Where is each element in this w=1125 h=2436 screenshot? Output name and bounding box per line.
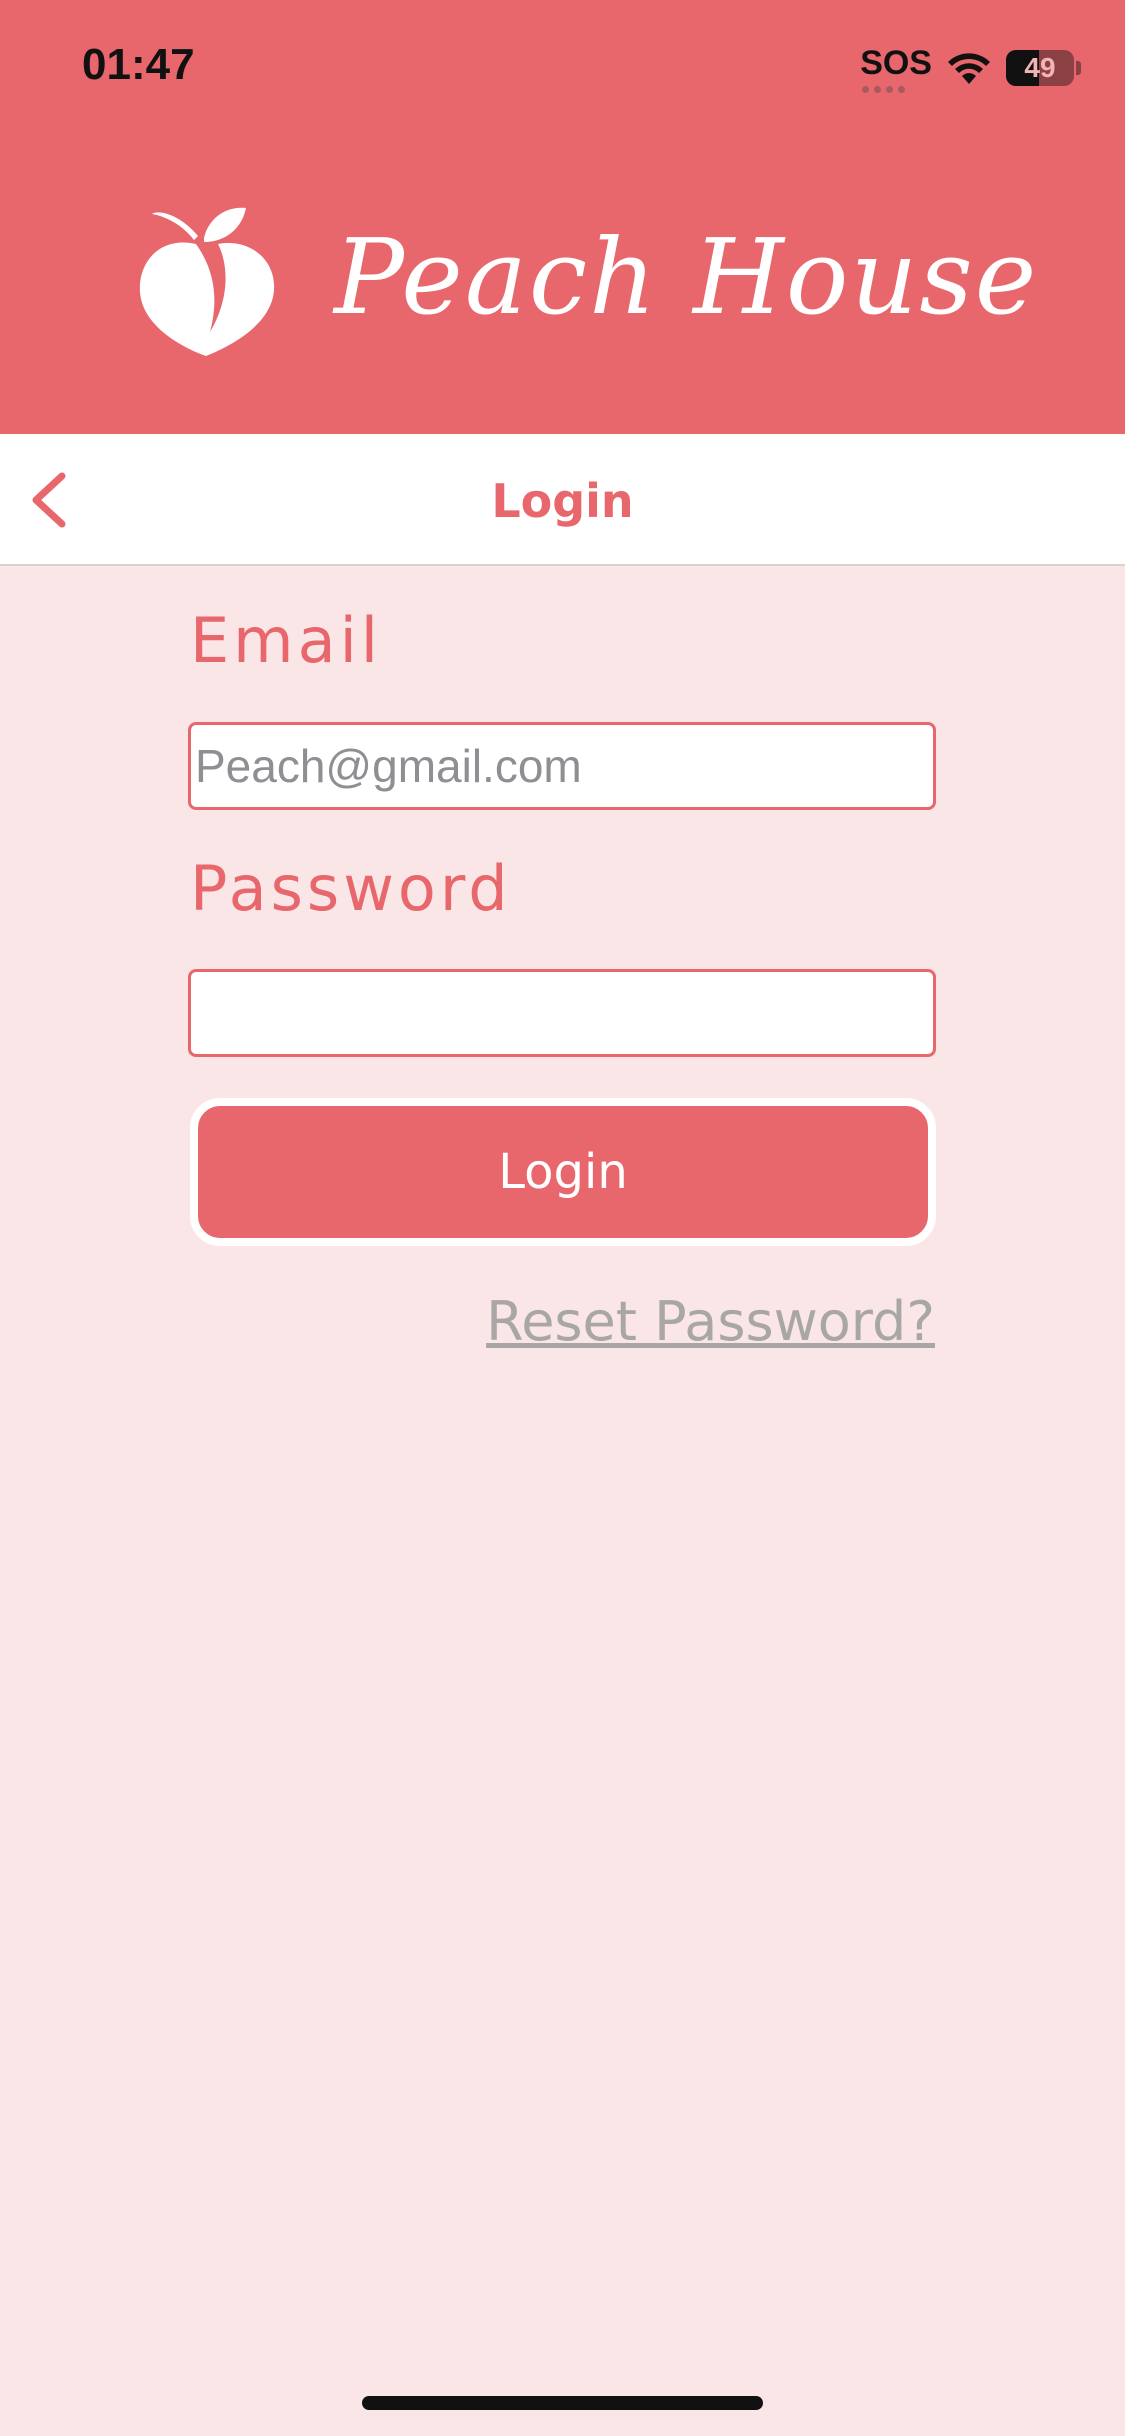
home-indicator[interactable] — [362, 2396, 763, 2410]
status-time: 01:47 — [82, 40, 195, 89]
brand-title: Peach House — [334, 216, 1039, 338]
password-label: Password — [190, 852, 512, 925]
email-field[interactable] — [188, 722, 936, 810]
wifi-icon — [948, 53, 990, 84]
signal-dots — [862, 85, 906, 93]
nav-bar: Login — [0, 434, 1125, 566]
battery-icon: 49 — [1006, 50, 1074, 86]
battery-level: 49 — [1024, 52, 1056, 83]
sos-indicator: SOS — [860, 44, 932, 93]
email-label: Email — [190, 604, 383, 677]
peach-icon — [139, 207, 275, 356]
status-icons: SOS 49 — [860, 44, 1081, 93]
password-field[interactable] — [188, 969, 936, 1057]
nav-title: Login — [491, 474, 634, 528]
battery-cap — [1076, 61, 1081, 75]
login-button[interactable]: Login — [190, 1098, 936, 1246]
app-header: 01:47 SOS 49 Peach House — [0, 0, 1125, 434]
sos-label: SOS — [860, 43, 932, 82]
reset-password-link[interactable]: Reset Password? — [486, 1290, 935, 1353]
